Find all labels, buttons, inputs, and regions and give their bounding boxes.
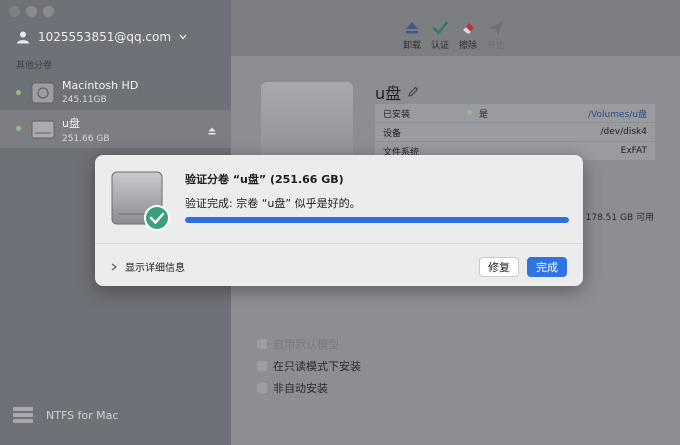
toolbar-start-button[interactable]: 开始 [481,20,511,51]
app-name: NTFS for Mac [46,408,119,422]
pencil-icon[interactable] [407,86,419,98]
user-icon [17,31,29,44]
show-details-toggle[interactable]: 显示详细信息 [111,259,185,274]
option-default-model[interactable]: 启用默认模型 [257,333,361,355]
account-email: 1025553851@qq.com [38,30,172,44]
window-controls [9,6,54,17]
mounted-status-dot [16,90,21,95]
chevron-down-icon [179,34,187,40]
divider [95,243,583,244]
info-value: /dev/disk4 [600,127,647,137]
volume-title-row: u盘 [375,80,419,104]
option-label: 启用默认模型 [273,338,339,351]
toolbar-label: 卸载 [402,41,421,51]
zoom-button[interactable] [43,6,54,17]
mounted-status-dot [16,126,21,131]
done-button[interactable]: 完成 [527,257,567,277]
minimize-button[interactable] [26,6,37,17]
info-label: 设备 [383,128,402,139]
app-window: 1025553851@qq.com 其他分卷 Macintosh HD 245.… [0,0,680,445]
dialog-title: 验证分卷 “u盘” (251.66 GB) [185,173,344,186]
sidebar-item-macintosh-hd[interactable]: Macintosh HD 245.11GB [0,74,231,112]
option-readonly-mount[interactable]: 在只读模式下安装 [257,355,361,377]
details-label: 显示详细信息 [125,263,185,274]
toolbar-unmount-button[interactable]: 卸载 [397,20,427,51]
verify-dialog: 验证分卷 “u盘” (251.66 GB) 验证完成: 宗卷 “u盘” 似乎是好… [95,155,583,286]
info-row: 已安装 是 /Volumes/u盘 [375,104,655,123]
chevron-right-icon [111,263,117,270]
close-button[interactable] [9,6,20,17]
checkmark-icon [432,21,448,35]
paper-plane-icon [489,21,503,35]
option-no-auto-mount[interactable]: 非自动安装 [257,377,361,399]
toolbar-erase-button[interactable]: 擦除 [453,20,483,51]
drive-verified-icon [111,171,170,231]
mount-path-link[interactable]: /Volumes/u盘 [588,107,647,120]
info-row: 设备 /dev/disk4 [375,123,655,142]
section-label: 其他分卷 [16,61,53,71]
volume-size: 245.11GB [62,95,107,105]
volume-name: u盘 [62,117,80,130]
checkbox[interactable] [257,361,267,371]
checkbox[interactable] [257,383,267,393]
toolbar-label: 开始 [486,41,505,51]
ntfs-logo-icon [13,407,33,423]
repair-button[interactable]: 修复 [479,257,519,277]
volume-size: 251.66 GB [62,134,110,144]
sidebar-item-u-disk[interactable]: u盘 251.66 GB [0,110,231,148]
toolbar-verify-button[interactable]: 认证 [425,20,455,51]
hard-drive-icon [31,82,55,104]
option-label: 非自动安装 [273,382,328,395]
external-drive-icon [31,120,55,139]
dialog-message: 验证完成: 宗卷 “u盘” 似乎是好的。 [185,197,361,210]
mounted-status: 是 [466,107,488,120]
info-label: 已安装 [383,109,411,120]
available-space: 178.51 GB 可用 [585,213,654,223]
checkbox[interactable] [257,339,267,349]
volume-name: Macintosh HD [62,79,139,92]
eraser-icon [463,23,474,34]
progress-fill [185,217,569,223]
eject-icon [406,22,418,34]
info-value: ExFAT [620,146,647,156]
app-branding: NTFS for Mac [12,406,118,424]
volume-title: u盘 [375,84,402,103]
toolbar-label: 认证 [430,41,449,51]
verify-progress-bar [185,217,569,223]
toolbar-label: 擦除 [458,41,477,51]
option-label: 在只读模式下安装 [273,360,361,373]
toolbar: 卸载 认证 擦除 开始 [231,0,680,56]
eject-icon[interactable] [208,127,216,135]
volume-info-table: 已安装 是 /Volumes/u盘 设备 /dev/disk4 文件系统 ExF… [375,104,655,161]
account-menu[interactable]: 1025553851@qq.com [16,30,187,44]
mount-options: 启用默认模型 在只读模式下安装 非自动安装 [257,333,361,399]
